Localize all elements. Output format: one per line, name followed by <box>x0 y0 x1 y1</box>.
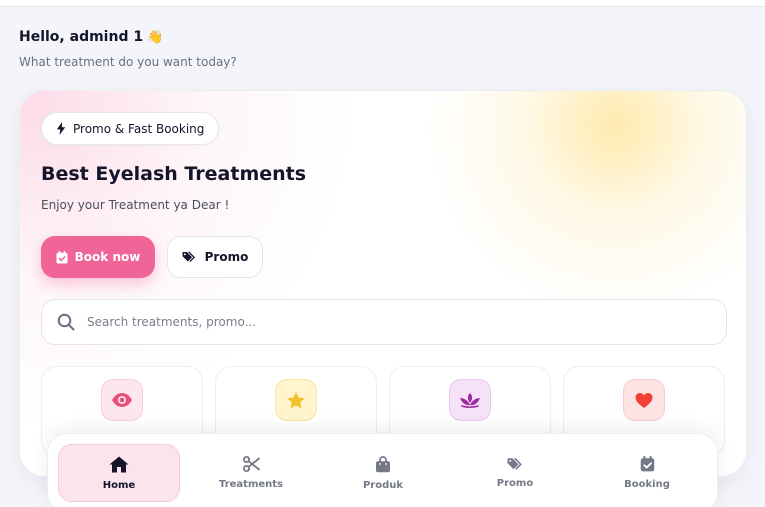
top-bar <box>0 0 765 7</box>
promo-badge-label: Promo & Fast Booking <box>73 121 205 136</box>
nav-label-promo: Promo <box>496 478 534 489</box>
tags-icon <box>182 251 197 263</box>
home-icon <box>109 456 129 473</box>
greeting-subtitle: What treatment do you want today? <box>19 55 237 69</box>
promo-badge: Promo & Fast Booking <box>41 112 220 145</box>
calendar-check-icon <box>56 250 68 264</box>
heart-icon <box>623 379 665 421</box>
hero-title: Best Eyelash Treatments <box>41 163 307 185</box>
wave-icon: 👋 <box>147 29 164 45</box>
star-icon <box>275 379 317 421</box>
book-now-label: Book now <box>74 250 141 264</box>
promo-button-label: Promo <box>204 250 249 264</box>
search-input[interactable] <box>87 315 687 329</box>
greeting-title: Hello, admind 1 👋 <box>19 29 237 45</box>
promo-button[interactable]: Promo <box>167 236 263 278</box>
nav-label-home: Home <box>102 479 136 491</box>
nav-label-produk: Produk <box>362 479 404 491</box>
book-now-button[interactable]: Book now <box>41 236 155 278</box>
nav-label-treatments: Treatments <box>218 479 284 490</box>
nav-label-booking: Booking <box>624 479 670 490</box>
hero-subtitle: Enjoy your Treatment ya Dear ! <box>41 198 230 212</box>
nav-item-treatments[interactable]: Treatments <box>190 444 312 502</box>
tags-icon <box>507 457 524 471</box>
greeting: Hello, admind 1 👋 What treatment do you … <box>19 29 237 69</box>
nav-item-home[interactable]: Home <box>58 444 180 502</box>
nav-item-promo[interactable]: Promo <box>454 444 576 502</box>
hero-card: Promo & Fast Booking Best Eyelash Treatm… <box>19 90 747 477</box>
bag-icon <box>375 455 391 473</box>
lotus-icon <box>449 379 491 421</box>
nav-item-produk[interactable]: Produk <box>322 444 444 502</box>
greeting-text: Hello, admind 1 <box>19 29 144 45</box>
search-icon <box>57 313 75 331</box>
search-bar[interactable] <box>41 299 727 345</box>
scissors-icon <box>242 456 260 472</box>
calendar-check-icon <box>640 456 655 472</box>
eye-icon <box>101 379 143 421</box>
bottom-navigation: Home Treatments Produk Promo Booking <box>47 433 718 507</box>
bolt-icon <box>56 122 66 135</box>
nav-item-booking[interactable]: Booking <box>586 444 708 502</box>
